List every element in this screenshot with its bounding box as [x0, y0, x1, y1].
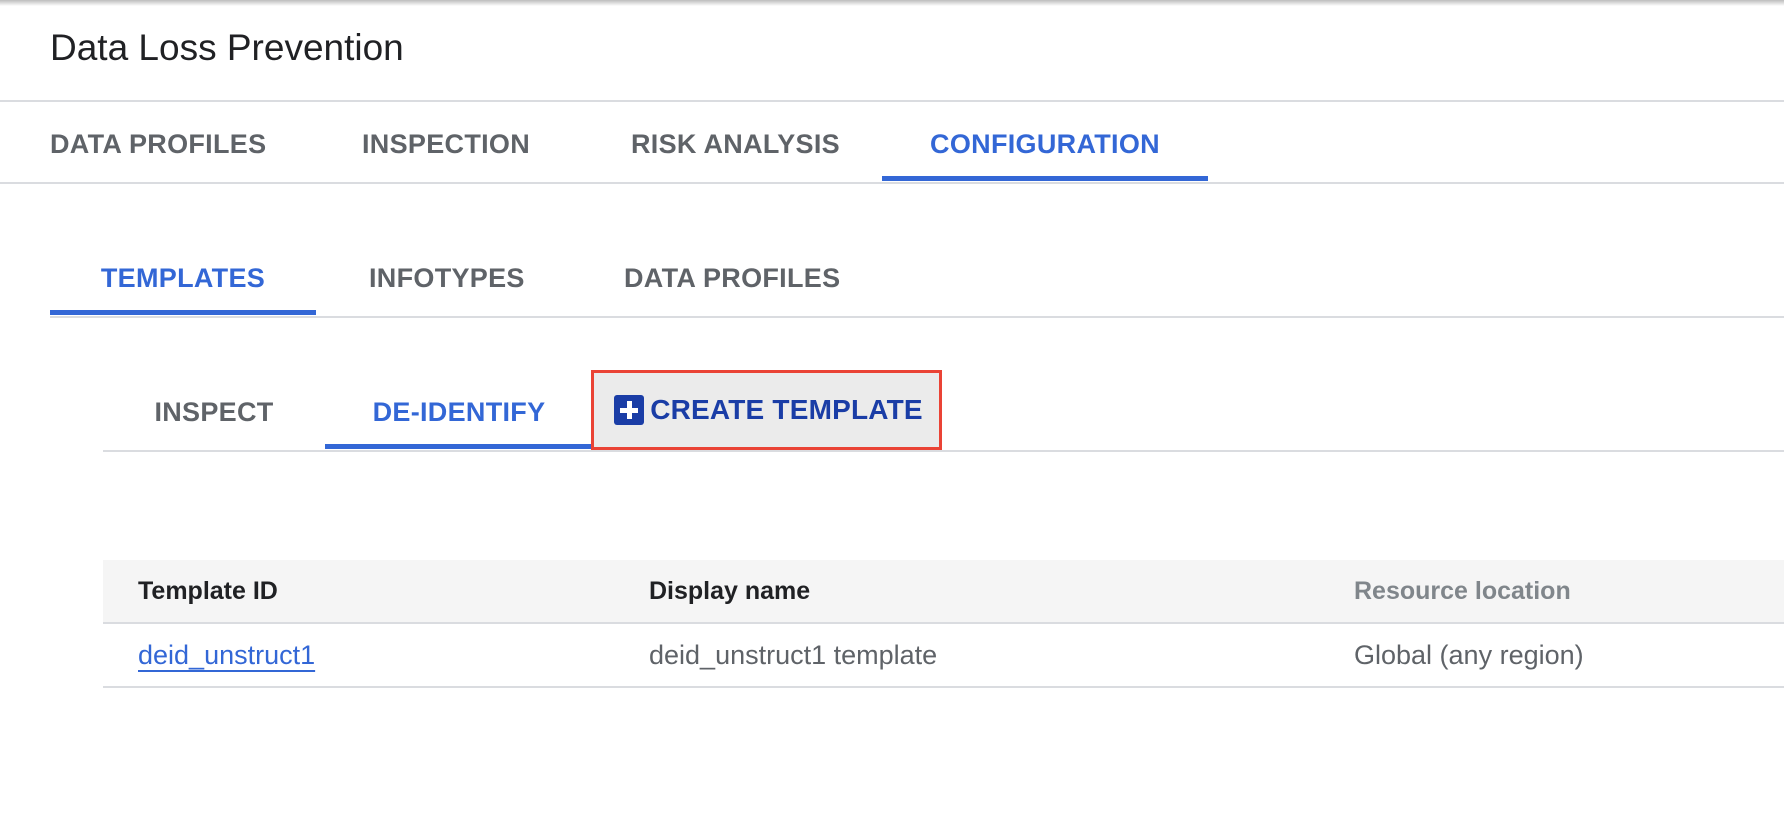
plus-box-icon	[614, 395, 645, 425]
tab-config-data-profiles[interactable]: DATA PROFILES	[624, 246, 840, 310]
column-header-display-name[interactable]: Display name	[649, 560, 810, 622]
header-divider	[0, 100, 1784, 102]
main-tab-divider	[0, 182, 1784, 184]
tab-inspection[interactable]: INSPECTION	[362, 112, 530, 176]
resource-location-cell: Global (any region)	[1354, 640, 1584, 670]
page-title: Data Loss Prevention	[50, 27, 404, 68]
top-shadow	[0, 0, 1784, 6]
tab-templates[interactable]: TEMPLATES	[50, 246, 316, 310]
main-tab-active-indicator	[882, 176, 1208, 181]
column-header-template-id[interactable]: Template ID	[138, 560, 278, 622]
tab-configuration[interactable]: CONFIGURATION	[882, 112, 1208, 176]
tab-infotypes[interactable]: INFOTYPES	[369, 246, 525, 310]
tab-risk-analysis[interactable]: RISK ANALYSIS	[631, 112, 840, 176]
template-id-link[interactable]: deid_unstruct1	[138, 624, 315, 686]
display-name-cell: deid_unstruct1 template	[649, 640, 938, 670]
template-tab-active-indicator	[325, 444, 593, 449]
config-tab-divider	[50, 316, 1784, 318]
config-tab-active-indicator	[50, 310, 316, 315]
create-template-label: CREATE TEMPLATE	[650, 394, 923, 425]
table-row: deid_unstruct1 deid_unstruct1 template G…	[103, 624, 1784, 688]
tab-inspect[interactable]: INSPECT	[103, 380, 325, 444]
create-template-button[interactable]: CREATE TEMPLATE	[591, 370, 942, 450]
column-header-resource-location[interactable]: Resource location	[1354, 560, 1571, 622]
tab-de-identify[interactable]: DE-IDENTIFY	[325, 380, 593, 444]
tab-data-profiles[interactable]: DATA PROFILES	[50, 112, 266, 176]
template-tab-divider	[103, 450, 1784, 452]
table-header: Template ID Display name Resource locati…	[103, 560, 1784, 624]
